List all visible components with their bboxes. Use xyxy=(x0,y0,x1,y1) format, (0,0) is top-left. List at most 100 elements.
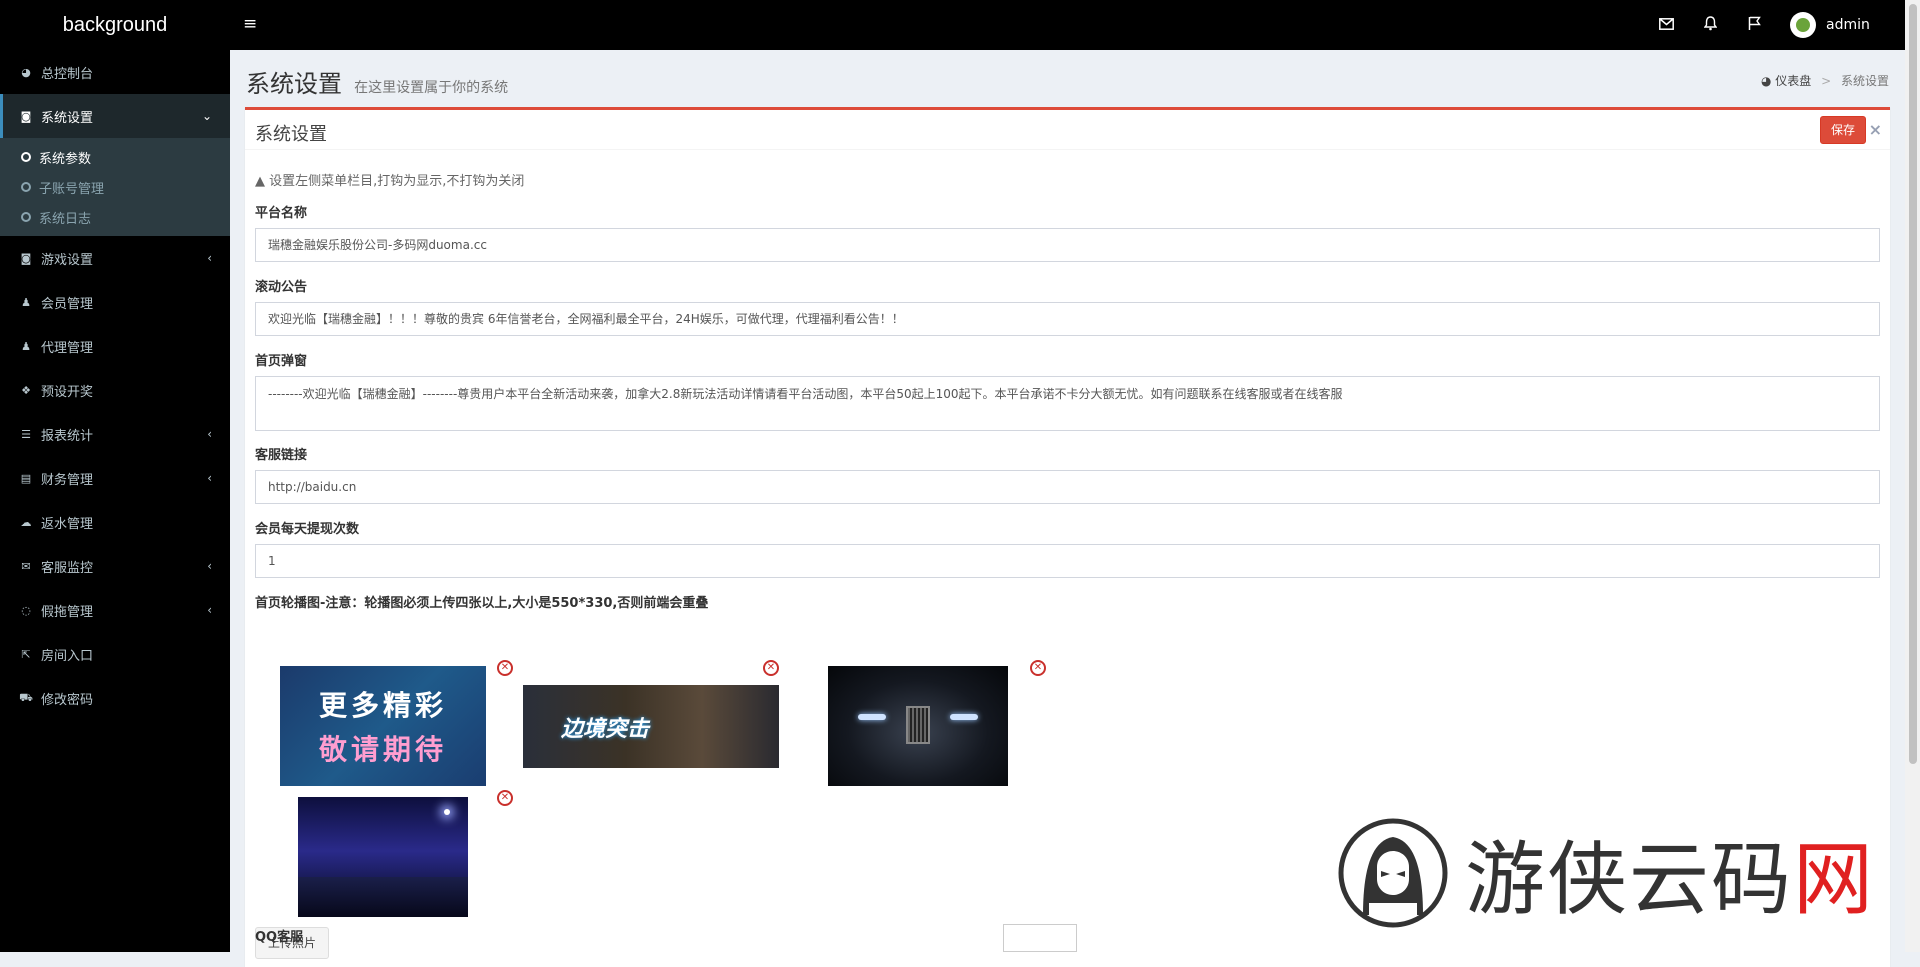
database-icon: ▤ xyxy=(20,471,32,485)
sidebar-item-members[interactable]: ♟ 会员管理 xyxy=(0,280,230,324)
users-icon: ♟ xyxy=(21,339,31,353)
sidebar-item-change-password[interactable]: ⛟ 修改密码 xyxy=(0,676,230,720)
marquee-group: 滚动公告 欢迎光临【瑞穗金融】！！！尊敬的贵宾 6年信誉老台，全网福利最全平台，… xyxy=(255,276,1880,336)
car-light-right xyxy=(950,714,978,720)
banner-line2: 敬请期待 xyxy=(318,733,447,766)
sidebar-item-system-settings[interactable]: ◙ 系统设置 ⌄ xyxy=(0,94,230,138)
sidebar-item-preset-draw[interactable]: ❖ 预设开奖 xyxy=(0,368,230,412)
scrollbar-thumb[interactable] xyxy=(1909,4,1917,764)
main-content: 系统设置 在这里设置属于你的系统 ◕ 仪表盘 > 系统设置 系统设置 保存 × … xyxy=(230,50,1905,967)
breadcrumb-home[interactable]: 仪表盘 xyxy=(1775,74,1811,88)
watermark-text: 游侠云码网 xyxy=(1465,833,1875,926)
sidebar-item-finance[interactable]: ▤ 财务管理 ‹ xyxy=(0,456,230,500)
sidebar-item-reports[interactable]: ☰ 报表统计 ‹ xyxy=(0,412,230,456)
sidebar-subitem-label: 系统日志 xyxy=(39,211,92,227)
sidebar-item-agents[interactable]: ♟ 代理管理 xyxy=(0,324,230,368)
carousel-group: 首页轮播图-注意：轮播图必须上传四张以上,大小是550*330,否则前端会重叠 xyxy=(255,592,1880,618)
marquee-label: 滚动公告 xyxy=(255,280,308,295)
popup-group: 首页弹窗 --------欢迎光临【瑞穗金融】--------尊贵用户本平台全新… xyxy=(255,350,1880,431)
sidebar-subitem-system-log[interactable]: 系统日志 xyxy=(0,202,230,232)
carousel-image-4 xyxy=(298,797,468,917)
user-name: admin xyxy=(1826,17,1870,33)
user-menu[interactable]: admin xyxy=(1790,12,1890,38)
gamepad-icon: ◙ xyxy=(20,251,32,265)
page-title: 系统设置 xyxy=(246,70,342,98)
save-button[interactable]: 保存 xyxy=(1819,116,1866,144)
qq-image-placeholder xyxy=(1003,924,1077,952)
watermark: 游侠云码网 xyxy=(1333,815,1875,931)
circle-icon xyxy=(21,212,31,222)
car-light-left xyxy=(858,714,886,720)
lamp-light xyxy=(444,809,450,815)
sidebar-item-fake-users[interactable]: ◌ 假拖管理 ‹ xyxy=(0,588,230,632)
menu-note: 设置左侧菜单栏目,打钩为显示,不打钩为关闭 xyxy=(269,174,525,189)
withdraw-times-group: 会员每天提现次数 1 xyxy=(255,518,1880,578)
sidebar-item-room-entry[interactable]: ⇱ 房间入口 xyxy=(0,632,230,676)
car-grille xyxy=(906,706,930,744)
page-subtitle: 在这里设置属于你的系统 xyxy=(354,80,509,96)
avatar xyxy=(1790,12,1816,38)
sidebar-item-rebate[interactable]: ☁ 返水管理 xyxy=(0,500,230,544)
sidebar-item-label: 预设开奖 xyxy=(41,384,94,400)
banner2-title: 边境突击 xyxy=(561,717,650,742)
brand-logo[interactable]: background xyxy=(0,0,230,50)
marquee-input[interactable]: 欢迎光临【瑞穗金融】！！！尊敬的贵宾 6年信誉老台，全网福利最全平台，24H娱乐… xyxy=(255,302,1880,336)
sidebar: ◕ 总控制台 ◙ 系统设置 ⌄ 系统参数 子账号管理 系统日志 ◙ 游戏设置 ‹… xyxy=(0,50,230,952)
sidebar-subitem-system-params[interactable]: 系统参数 xyxy=(0,142,230,172)
comments-icon: ✉ xyxy=(21,559,31,573)
service-link-input[interactable]: http://baidu.cn xyxy=(255,470,1880,504)
dashboard-icon: ◕ xyxy=(21,65,31,79)
popup-label: 首页弹窗 xyxy=(255,354,308,369)
chevron-left-icon: ‹ xyxy=(207,471,212,485)
dashboard-icon: ◕ xyxy=(1760,74,1772,88)
cart-icon: ⛟ xyxy=(19,690,33,704)
menu-toggle-icon[interactable]: ≡ xyxy=(243,14,259,34)
bell-icon[interactable] xyxy=(1688,15,1732,35)
sidebar-item-label: 代理管理 xyxy=(41,340,94,356)
warning-icon: ▲ xyxy=(255,174,265,189)
top-navbar: background ≡ admin xyxy=(0,0,1905,50)
platform-name-label: 平台名称 xyxy=(255,206,308,221)
sidebar-item-label: 财务管理 xyxy=(41,472,94,488)
cubes-icon: ❖ xyxy=(21,383,31,397)
top-icons: admin xyxy=(1644,0,1890,50)
sidebar-item-label: 游戏设置 xyxy=(41,252,94,268)
circle-icon xyxy=(21,152,31,162)
sidebar-item-service-monitor[interactable]: ✉ 客服监控 ‹ xyxy=(0,544,230,588)
breadcrumb-current: 系统设置 xyxy=(1840,74,1889,88)
carousel-image-2: 边境突击 xyxy=(523,685,779,768)
sidebar-subitem-label: 子账号管理 xyxy=(39,181,105,197)
banner-line1: 更多精彩 xyxy=(318,689,447,722)
withdraw-times-input[interactable]: 1 xyxy=(255,544,1880,578)
delete-image-2-icon[interactable]: ✕ xyxy=(763,660,779,676)
platform-name-input[interactable]: 瑞穗金融娱乐股份公司-多码网duoma.cc xyxy=(255,228,1880,262)
box-title: 系统设置 xyxy=(255,124,327,145)
page-scrollbar[interactable] xyxy=(1905,0,1920,952)
close-icon[interactable]: × xyxy=(1869,120,1882,139)
sidebar-subitem-sub-accounts[interactable]: 子账号管理 xyxy=(0,172,230,202)
service-link-group: 客服链接 http://baidu.cn xyxy=(255,444,1880,504)
comment-icon: ◌ xyxy=(21,603,31,617)
delete-image-3-icon[interactable]: ✕ xyxy=(1030,660,1046,676)
qq-service-label: QQ客服 xyxy=(255,930,304,945)
list-icon: ☰ xyxy=(21,427,31,441)
box-header: 系统设置 保存 × xyxy=(245,110,1890,150)
mail-icon[interactable] xyxy=(1644,16,1688,34)
chevron-left-icon: ‹ xyxy=(207,559,212,573)
popup-textarea[interactable]: --------欢迎光临【瑞穗金融】--------尊贵用户本平台全新活动来袭，… xyxy=(255,376,1880,431)
chevron-left-icon: ‹ xyxy=(207,251,212,265)
sidebar-item-label: 系统设置 xyxy=(41,110,94,126)
delete-image-4-icon[interactable]: ✕ xyxy=(497,790,513,806)
chevron-left-icon: ‹ xyxy=(207,427,212,441)
sidebar-item-game-settings[interactable]: ◙ 游戏设置 ‹ xyxy=(0,236,230,280)
hooded-figure-icon xyxy=(1338,818,1448,928)
gamepad-icon: ◙ xyxy=(20,109,32,123)
delete-image-1-icon[interactable]: ✕ xyxy=(497,660,513,676)
sidebar-item-dashboard[interactable]: ◕ 总控制台 xyxy=(0,50,230,94)
sidebar-item-label: 客服监控 xyxy=(41,560,94,576)
flag-icon[interactable] xyxy=(1732,16,1776,35)
sidebar-item-label: 修改密码 xyxy=(41,692,94,708)
sidebar-item-label: 总控制台 xyxy=(41,66,94,82)
carousel-image-3 xyxy=(828,666,1008,786)
carousel-image-1: 更多精彩 敬请期待 xyxy=(280,666,486,786)
